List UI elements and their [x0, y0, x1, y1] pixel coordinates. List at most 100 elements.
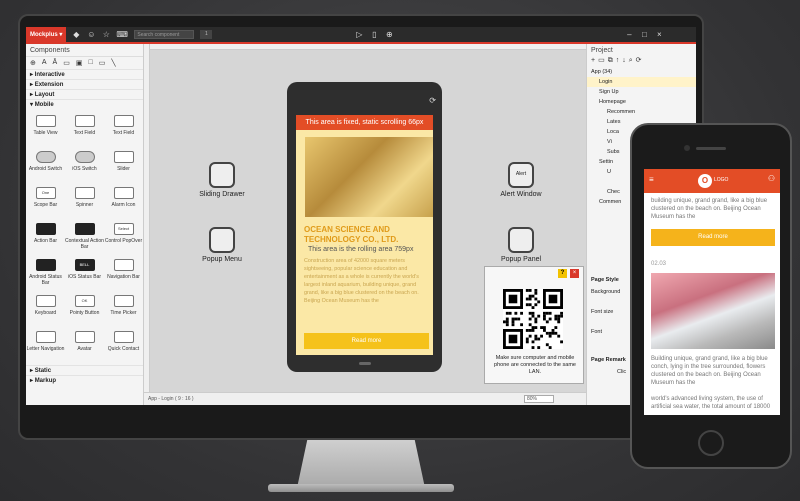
component-control-popover[interactable]: Select Control PopOver — [104, 218, 143, 254]
category-extension[interactable]: ▸ Extension — [26, 79, 143, 89]
component-label: Avatar — [77, 346, 92, 352]
refresh-icon[interactable]: ⟳ — [636, 57, 645, 64]
component-letter-navigation[interactable]: Letter Navigation — [26, 326, 65, 362]
device-preview-icon[interactable]: ▯ — [369, 30, 379, 40]
component-action-bar[interactable]: Action Bar — [26, 218, 65, 254]
component-label: Text Field — [112, 130, 135, 136]
device-screen[interactable]: This area is fixed, static scrolling 66p… — [296, 115, 433, 355]
tree-item[interactable]: Sign Up — [587, 87, 696, 97]
rotate-icon[interactable]: ⟳ — [429, 96, 436, 105]
component-text-field[interactable]: Text Field — [104, 110, 143, 146]
contextual-action-bar-icon — [74, 223, 95, 235]
component-ios-switch[interactable]: iOS Switch — [65, 146, 104, 182]
popup-panel-block[interactable]: Popup Panel — [486, 227, 556, 263]
components-panel: Components ⊕ A Ā ▭ ▣ □ ▭ ╲ ▸ Interactive… — [26, 44, 144, 405]
ios-status-bar-icon: BELL — [74, 259, 95, 271]
qr-popup: ? × Make sure computer and mobile phone … — [484, 266, 584, 384]
tree-item[interactable]: Homepage — [587, 97, 696, 107]
phone-screen[interactable]: ≡ O LOGO ⚇ building unique, grand grand,… — [644, 169, 780, 415]
time-picker-icon — [113, 295, 134, 307]
component-label: Table View — [33, 130, 58, 136]
component-quick-contact[interactable]: Quick Contact — [104, 326, 143, 362]
component-time-picker[interactable]: Time Picker — [104, 290, 143, 326]
alert-window-icon: Alert — [508, 162, 534, 188]
keyboard-icon[interactable]: ⌨ — [116, 30, 128, 40]
alarm-icon — [113, 187, 134, 199]
component-contextual-action-bar[interactable]: Contextual Action Bar — [65, 218, 104, 254]
tree-item[interactable]: Login — [587, 77, 696, 87]
mobile-components-grid: Table View Text Field Text Field Android Sw… — [26, 109, 143, 363]
phone-read-more-button[interactable]: Read more — [651, 229, 775, 246]
zoom-index[interactable]: 1 — [200, 30, 213, 39]
copy-icon[interactable]: ⧉ — [608, 57, 616, 64]
component-navigation-bar[interactable]: Navigation Bar — [104, 254, 143, 290]
component-pointy-button[interactable]: OK Pointy Button — [65, 290, 104, 326]
monitor-stand — [297, 440, 425, 488]
close-qr-icon[interactable]: × — [570, 269, 579, 278]
component-slider[interactable]: Slider — [104, 146, 143, 182]
tree-item[interactable]: Recommen — [587, 107, 696, 117]
label-icon[interactable]: Ā — [53, 59, 58, 67]
component-table-view[interactable]: Table View — [26, 110, 65, 146]
theme-icon[interactable]: ☺ — [86, 30, 96, 40]
zoom-select[interactable]: 80% — [524, 395, 554, 403]
component-label: Scope Bar — [33, 202, 58, 208]
pointer-icon[interactable]: ⊕ — [30, 59, 36, 67]
component-text-field[interactable]: Text Field — [65, 110, 104, 146]
phone-home-button[interactable] — [698, 430, 724, 456]
component-ios-status-bar[interactable]: BELL iOS Status Bar — [65, 254, 104, 290]
app-brand[interactable]: Mockplus ▾ — [26, 27, 67, 42]
category-markup[interactable]: ▸ Markup — [26, 375, 143, 385]
alert-window-block[interactable]: Alert Alert Window — [486, 162, 556, 198]
component-alarm[interactable]: Alarm Icon — [104, 182, 143, 218]
image-icon[interactable]: ▣ — [76, 59, 83, 67]
text-icon[interactable]: A — [42, 59, 47, 67]
component-spinner[interactable]: Spinner — [65, 182, 104, 218]
export-icon[interactable]: ⊕ — [384, 30, 394, 40]
component-label: Android Status Bar — [29, 274, 62, 286]
category-mobile[interactable]: ▾ Mobile — [26, 99, 143, 109]
text-field-icon — [74, 115, 95, 127]
tree-item[interactable]: App (34) — [587, 67, 696, 77]
rectangle-icon[interactable]: ▭ — [63, 59, 70, 67]
component-label: Action Bar — [33, 238, 58, 244]
popup-menu-block[interactable]: Popup Menu — [187, 227, 257, 263]
device-read-more-button[interactable]: Read more — [304, 333, 429, 349]
category-layout[interactable]: ▸ Layout — [26, 89, 143, 99]
control-popover-icon: Select — [113, 223, 134, 235]
component-label: iOS Status Bar — [67, 274, 102, 280]
popup-panel-icon — [508, 227, 534, 253]
user-icon[interactable]: ⚇ — [768, 174, 775, 183]
phone-article-image — [651, 273, 775, 349]
menu-icon[interactable]: ≡ — [649, 175, 654, 184]
minimize-icon[interactable]: – — [624, 30, 634, 40]
box-icon[interactable]: □ — [88, 59, 92, 67]
star-icon[interactable]: ☆ — [101, 30, 111, 40]
play-icon[interactable]: ▷ — [354, 30, 364, 40]
device-home-bar — [359, 362, 371, 365]
table-view-icon — [35, 115, 56, 127]
popup-menu-icon — [209, 227, 235, 253]
phone-date: 02.03 — [651, 261, 667, 267]
sliding-drawer-block[interactable]: Sliding Drawer — [187, 162, 257, 198]
close-icon[interactable]: × — [654, 30, 664, 40]
component-avatar[interactable]: Avatar — [65, 326, 104, 362]
category-static[interactable]: ▸ Static — [26, 365, 143, 375]
folder-icon[interactable]: ▭ — [598, 57, 608, 64]
search-icon[interactable]: ⌕ — [629, 57, 636, 64]
component-label: Quick Contact — [107, 346, 140, 352]
line-icon[interactable]: ╲ — [111, 59, 115, 67]
maximize-icon[interactable]: □ — [639, 30, 649, 40]
button-icon[interactable]: ▭ — [99, 59, 106, 67]
text-field-icon — [113, 115, 134, 127]
help-icon[interactable]: ? — [558, 269, 567, 278]
component-android-switch[interactable]: Android Switch — [26, 146, 65, 182]
category-interactive[interactable]: ▸ Interactive — [26, 69, 143, 79]
component-keyboard[interactable]: Keyboard — [26, 290, 65, 326]
device-subtitle: This area is the rolling area 759px — [308, 246, 414, 253]
component-android-status-bar[interactable]: Android Status Bar — [26, 254, 65, 290]
component-scope-bar[interactable]: One Scope Bar — [26, 182, 65, 218]
component-label: Contextual Action Bar — [65, 238, 104, 250]
search-input[interactable]: Search component — [134, 30, 195, 39]
logo-icon[interactable]: ◆ — [71, 30, 81, 40]
